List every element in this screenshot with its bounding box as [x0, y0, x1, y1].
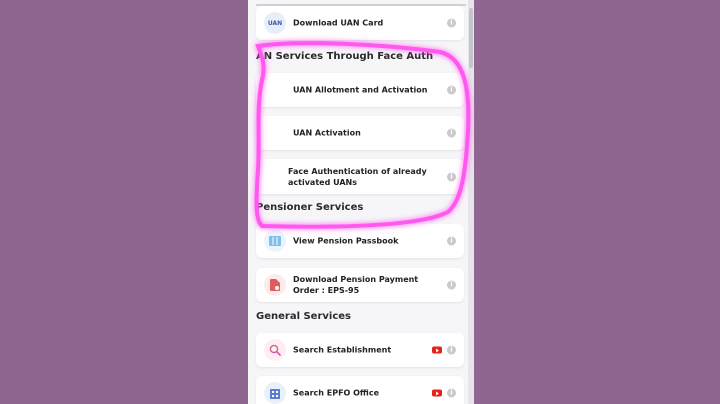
- info-icon[interactable]: i: [447, 18, 456, 28]
- info-icon[interactable]: i: [447, 172, 456, 181]
- face-auth-item[interactable]: Face Authentication of already activated…: [256, 159, 464, 194]
- download-uan-card-item[interactable]: UAN Download UAN Card i: [256, 6, 464, 40]
- scrollbar[interactable]: [468, 0, 474, 404]
- office-building-icon: [264, 382, 286, 404]
- pension-passbook-label: View Pension Passbook: [293, 236, 399, 246]
- passbook-icon: [264, 230, 286, 252]
- info-icon[interactable]: i: [447, 236, 456, 246]
- info-icon[interactable]: i: [447, 280, 456, 290]
- uan-allotment-item[interactable]: UAN Allotment and Activation i: [256, 73, 464, 107]
- search-establishment-label: Search Establishment: [293, 345, 392, 355]
- pension-order-label: Download Pension Payment Order : EPS-95: [293, 275, 419, 295]
- info-icon[interactable]: i: [447, 345, 456, 355]
- search-epfo-office-label: Search EPFO Office: [293, 388, 380, 398]
- face-auth-section-title: AN Services Through Face Auth: [256, 51, 434, 62]
- youtube-icon[interactable]: [432, 389, 442, 397]
- uan-allotment-label: UAN Allotment and Activation: [293, 85, 428, 95]
- face-auth-label: Face Authentication of already activated…: [288, 166, 427, 187]
- scrollbar-thumb[interactable]: [469, 8, 473, 68]
- info-icon[interactable]: i: [447, 388, 456, 398]
- pension-passbook-item[interactable]: View Pension Passbook i: [256, 224, 464, 258]
- youtube-icon[interactable]: [432, 346, 442, 354]
- general-services-title: General Services: [256, 311, 352, 322]
- uan-activation-item[interactable]: UAN Activation i: [256, 116, 464, 150]
- info-icon[interactable]: i: [447, 128, 456, 138]
- uan-icon: UAN: [264, 12, 286, 34]
- info-icon[interactable]: i: [447, 85, 456, 95]
- document-icon: [264, 274, 286, 296]
- pension-order-item[interactable]: Download Pension Payment Order : EPS-95 …: [256, 268, 464, 302]
- phone-screen: UAN Download UAN Card i AN Services Thro…: [248, 0, 474, 404]
- search-epfo-office-item[interactable]: Search EPFO Office i: [256, 376, 464, 404]
- search-icon: [264, 339, 286, 361]
- pensioner-services-title: Pensioner Services: [256, 202, 364, 213]
- search-establishment-item[interactable]: Search Establishment i: [256, 333, 464, 367]
- download-uan-card-label: Download UAN Card: [293, 18, 384, 28]
- uan-activation-label: UAN Activation: [293, 128, 361, 138]
